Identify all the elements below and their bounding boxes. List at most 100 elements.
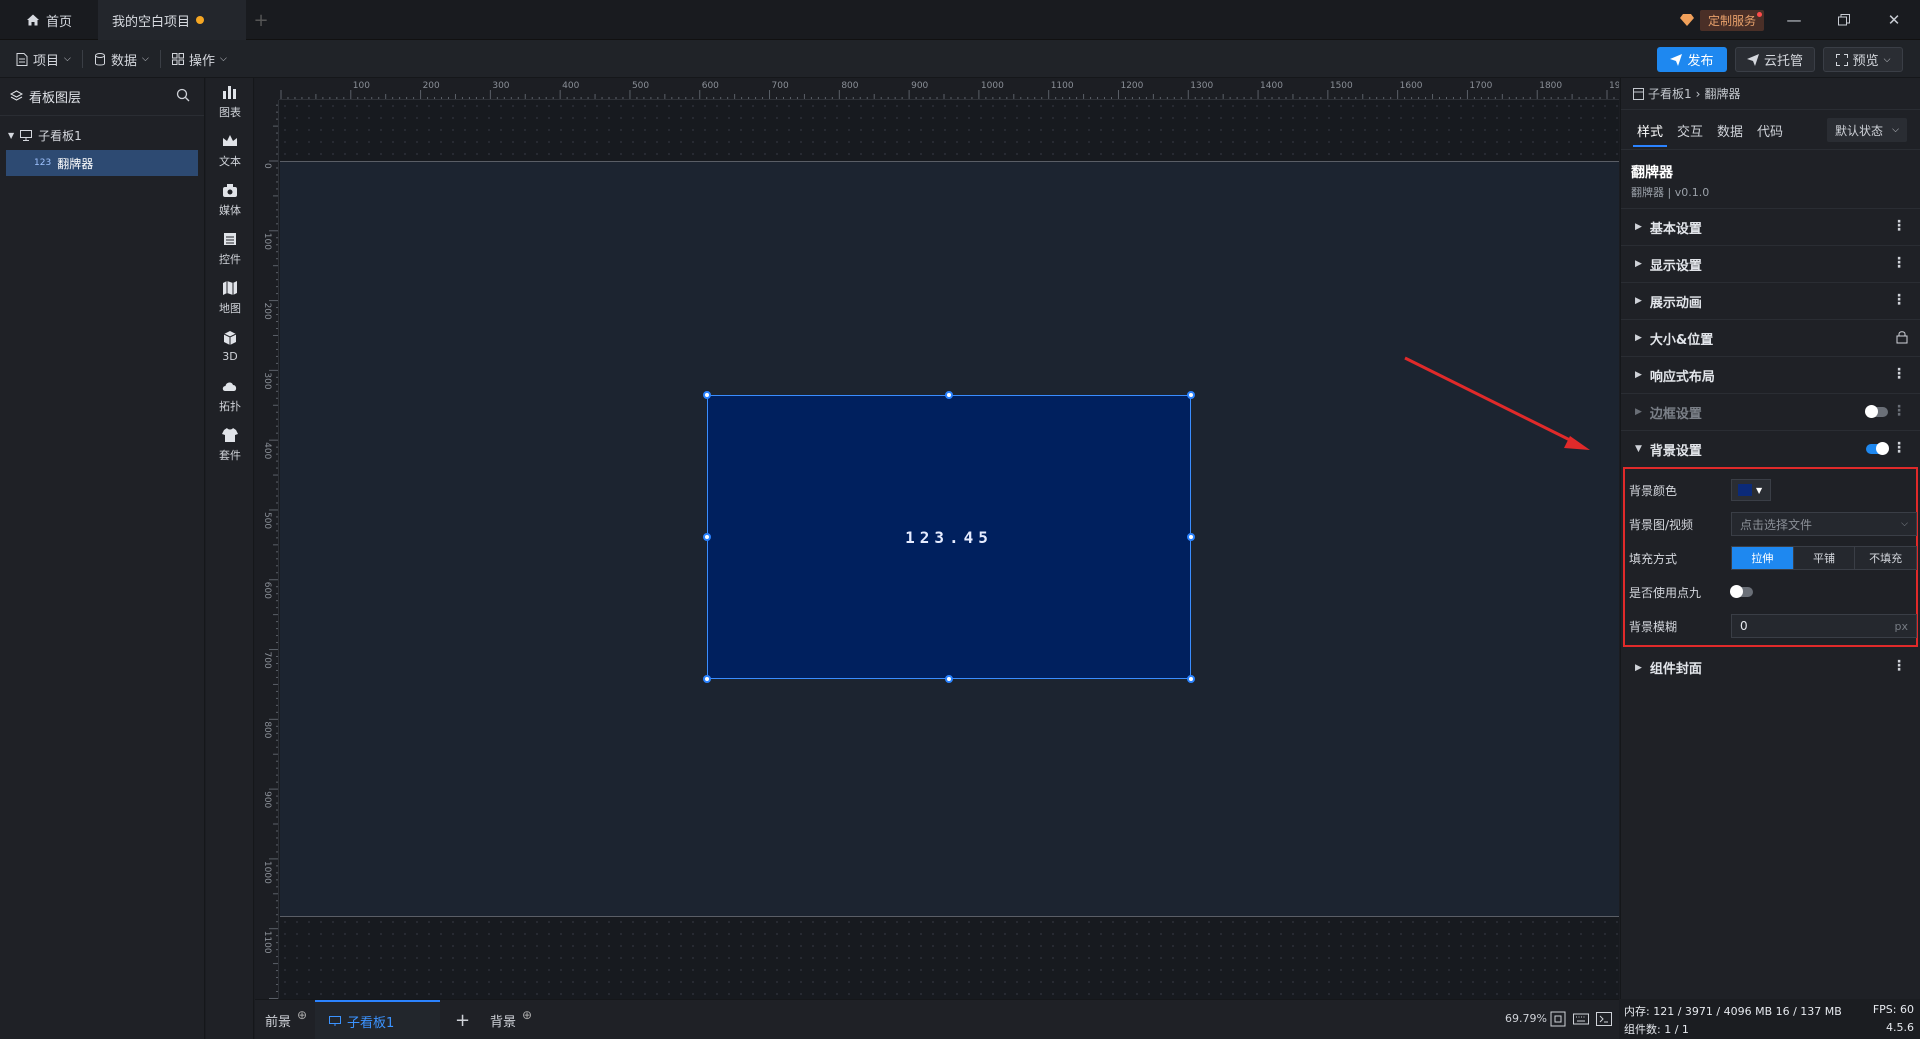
add-circle-icon[interactable]: ⊕ (522, 1008, 532, 1022)
fill-none-button[interactable]: 不填充 (1855, 547, 1917, 569)
ruler-horizontal[interactable]: 100 200 300 400 500 600 700 800 900 1000 1100 1200 1… (279, 78, 1619, 100)
new-tab-button[interactable]: + (246, 0, 276, 40)
add-circle-icon[interactable]: ⊕ (297, 1008, 307, 1022)
more-vertical-icon[interactable]: ⋮ (1892, 403, 1906, 419)
menu-data[interactable]: 数据 ⌵ (90, 48, 153, 70)
tab-background[interactable]: 背景 ⊕ (490, 1000, 532, 1039)
publish-button[interactable]: 发布 (1657, 47, 1727, 72)
cloud-icon (222, 381, 237, 391)
restore-icon[interactable] (1830, 8, 1858, 32)
cloud-hosting-button[interactable]: 云托管 (1735, 47, 1815, 72)
section-basic[interactable]: ▶ 基本设置 ⋮ (1621, 208, 1920, 245)
caret-right-icon: ▶ (1635, 259, 1642, 269)
tool-map[interactable]: 地图 (206, 274, 254, 320)
field-fill-mode: 填充方式 拉伸 平铺 不填充 (1625, 541, 1917, 575)
caret-down-icon: ▼ (1635, 444, 1642, 454)
resize-handle-se[interactable] (1187, 675, 1195, 683)
caret-right-icon: ▶ (1635, 407, 1642, 417)
tab-home[interactable]: 首页 (12, 0, 92, 40)
home-icon (27, 14, 39, 26)
tool-text[interactable]: 文本 (206, 127, 254, 173)
tab-board[interactable]: 子看板1 (315, 1000, 440, 1039)
section-animation[interactable]: ▶ 展示动画 ⋮ (1621, 282, 1920, 319)
section-size-position[interactable]: ▶ 大小&位置 (1621, 319, 1920, 356)
bg-blur-input[interactable]: 0 px (1731, 614, 1917, 638)
state-select[interactable]: 默认状态 ⌵ (1827, 118, 1907, 142)
canvas-area[interactable]: 100 200 300 400 500 600 700 800 900 1000 1100 1200 1… (255, 78, 1619, 999)
fit-screen-icon[interactable] (1550, 1011, 1566, 1027)
ruler-corner (255, 78, 279, 100)
bg-file-select[interactable]: 点击选择文件 ⌵ (1731, 512, 1917, 536)
keyboard-icon[interactable] (1573, 1011, 1589, 1027)
preview-button[interactable]: 预览 ⌵ (1823, 47, 1903, 72)
ruler-label: 200 (262, 303, 272, 320)
layer-board-row[interactable]: ▼ 子看板1 (0, 122, 204, 148)
section-border[interactable]: ▶ 边框设置 ⋮ (1621, 393, 1920, 430)
custom-service-button[interactable]: 定制服务 (1680, 9, 1765, 31)
field-bg-blur: 背景模糊 0 px (1625, 609, 1917, 643)
resize-handle-e[interactable] (1187, 533, 1195, 541)
field-nine-patch: 是否使用点九 (1625, 575, 1916, 609)
resize-handle-w[interactable] (703, 533, 711, 541)
nine-patch-toggle[interactable] (1730, 585, 1753, 598)
search-icon[interactable] (176, 88, 190, 102)
tool-media[interactable]: 媒体 (206, 176, 254, 222)
fill-tile-button[interactable]: 平铺 (1793, 547, 1856, 569)
menu-ops-label: 操作 (189, 53, 216, 69)
tool-control[interactable]: 控件 (206, 225, 254, 271)
tab-data[interactable]: 数据 (1717, 121, 1743, 140)
more-vertical-icon[interactable]: ⋮ (1892, 218, 1906, 234)
more-vertical-icon[interactable]: ⋮ (1892, 440, 1906, 456)
minimize-icon[interactable]: — (1780, 8, 1808, 32)
flipper-component[interactable]: 123.45 (707, 395, 1191, 679)
border-toggle[interactable] (1865, 405, 1888, 418)
more-vertical-icon[interactable]: ⋮ (1892, 292, 1906, 308)
add-board-button[interactable]: + (455, 1000, 470, 1039)
menu-ops[interactable]: 操作 ⌵ (168, 48, 231, 70)
ruler-vertical[interactable]: 0 100 200 300 400 500 600 700 800 900 1000 1100 (255, 100, 279, 999)
background-toggle[interactable] (1866, 442, 1889, 455)
tab-project[interactable]: 我的空白项目 (98, 0, 246, 40)
more-vertical-icon[interactable]: ⋮ (1892, 658, 1906, 674)
component-toolbox: 图表 文本 媒体 控件 地图 3D 拓扑 套件 (206, 78, 254, 1039)
layer-board-label: 子看板1 (38, 128, 82, 143)
zoom-level[interactable]: 69.79% (1505, 1012, 1547, 1025)
close-icon[interactable]: ✕ (1880, 8, 1908, 32)
ruler-label: 800 (841, 81, 858, 91)
tab-code[interactable]: 代码 (1757, 121, 1783, 140)
tool-topology[interactable]: 拓扑 (206, 372, 254, 418)
caret-down-icon[interactable]: ▼ (8, 131, 14, 140)
resize-handle-sw[interactable] (703, 675, 711, 683)
more-vertical-icon[interactable]: ⋮ (1892, 366, 1906, 382)
component-version: 翻牌器 | v0.1.0 (1631, 186, 1710, 199)
layer-flipper-row[interactable]: 123 翻牌器 (6, 150, 198, 176)
resize-handle-ne[interactable] (1187, 391, 1195, 399)
caret-down-icon: ▼ (1756, 485, 1763, 495)
resize-handle-n[interactable] (945, 391, 953, 399)
resize-handle-s[interactable] (945, 675, 953, 683)
section-background-label: 背景设置 (1649, 443, 1702, 459)
tab-style[interactable]: 样式 (1632, 121, 1668, 147)
ruler-label: 1100 (1051, 81, 1074, 91)
tab-interaction[interactable]: 交互 (1677, 121, 1703, 140)
camera-icon (223, 183, 237, 197)
section-cover[interactable]: ▶ 组件封面 ⋮ (1621, 649, 1920, 686)
breadcrumb-board[interactable]: 子看板1 (1648, 85, 1692, 102)
more-vertical-icon[interactable]: ⋮ (1892, 255, 1906, 271)
tool-text-label: 文本 (219, 154, 241, 168)
resize-handle-nw[interactable] (703, 391, 711, 399)
section-display-label: 显示设置 (1649, 258, 1702, 274)
section-responsive[interactable]: ▶ 响应式布局 ⋮ (1621, 356, 1920, 393)
menu-project[interactable]: 项目 ⌵ (12, 48, 75, 70)
fill-mode-group: 拉伸 平铺 不填充 (1731, 546, 1917, 570)
lock-icon[interactable] (1896, 330, 1908, 344)
bg-color-picker[interactable]: ▼ (1731, 479, 1771, 501)
section-display[interactable]: ▶ 显示设置 ⋮ (1621, 245, 1920, 282)
section-background[interactable]: ▼ 背景设置 ⋮ (1621, 430, 1920, 467)
tool-kit[interactable]: 套件 (206, 421, 254, 467)
tool-3d[interactable]: 3D (206, 323, 254, 369)
tab-foreground[interactable]: 前景 ⊕ (265, 1000, 307, 1039)
tool-chart[interactable]: 图表 (206, 78, 254, 124)
fill-stretch-button[interactable]: 拉伸 (1732, 547, 1794, 569)
terminal-icon[interactable] (1596, 1011, 1612, 1027)
